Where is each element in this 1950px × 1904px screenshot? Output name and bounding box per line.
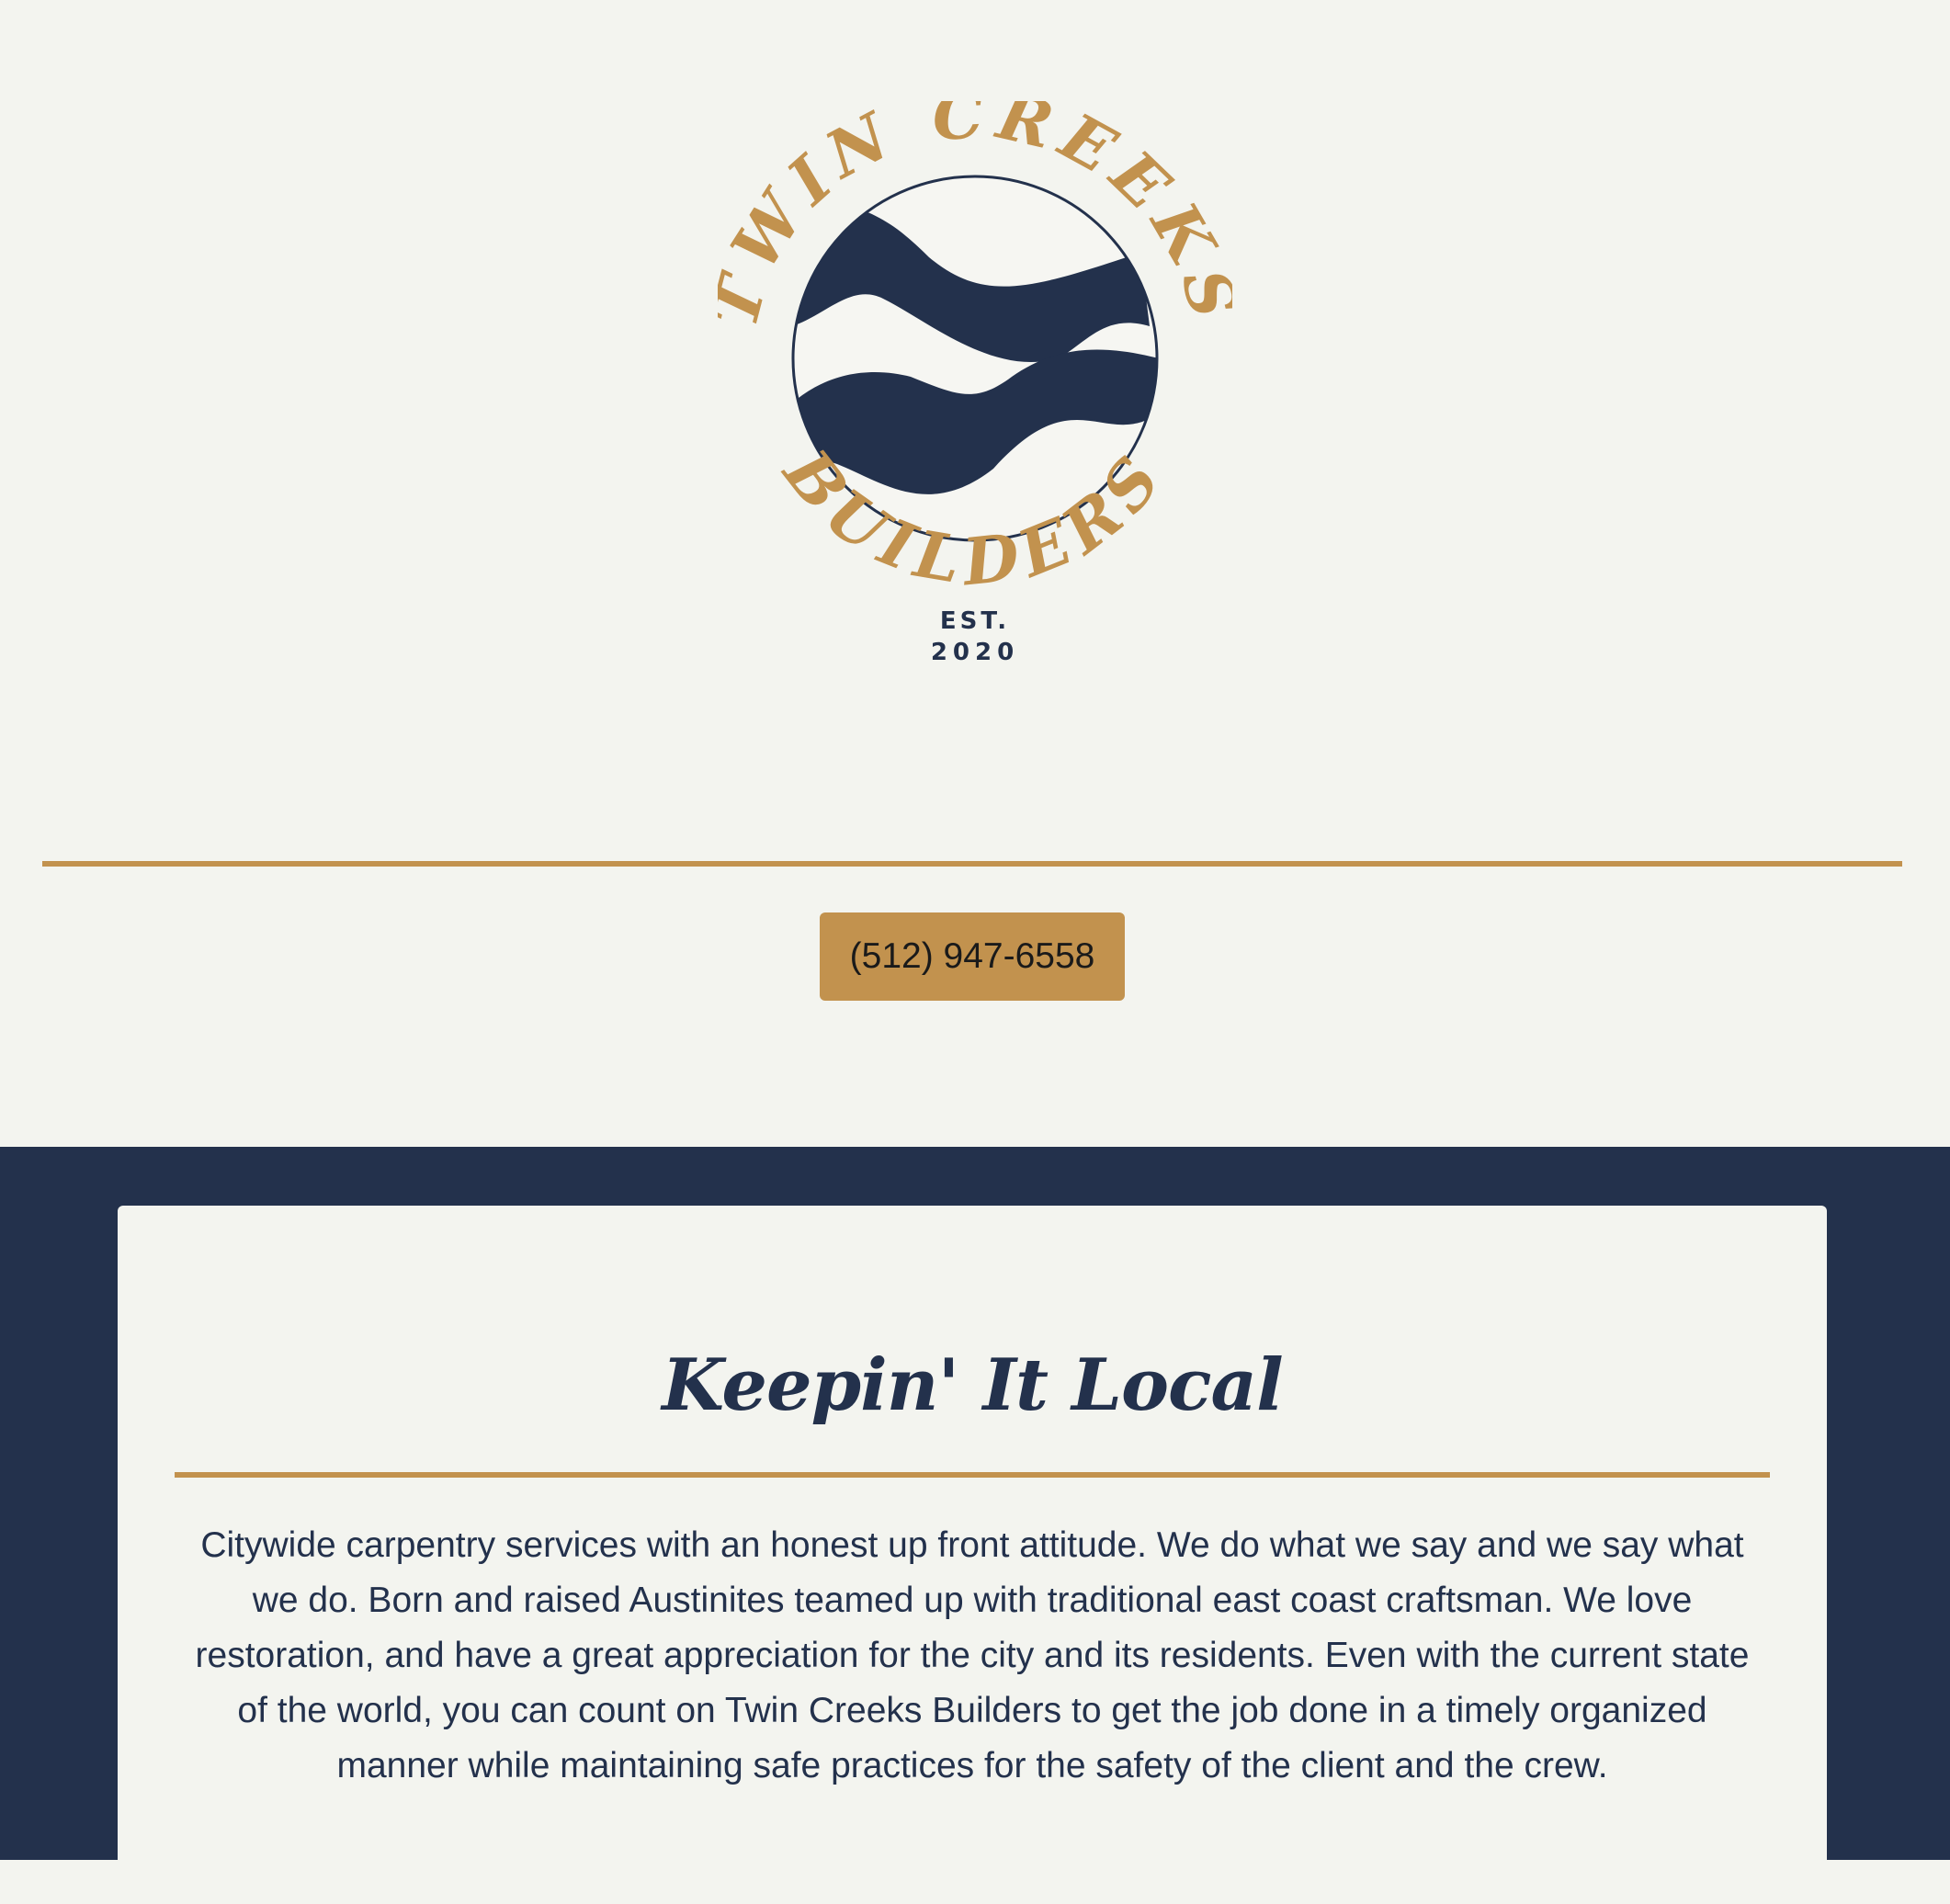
logo-est-year: 2020 <box>931 639 1019 666</box>
section-body: Citywide carpentry services with an hone… <box>195 1525 1750 1785</box>
section-title: Keepin' It Local <box>662 1343 1283 1427</box>
about-section: Keepin' It Local Citywide carpentry serv… <box>0 1147 1950 1904</box>
phone-button[interactable]: (512) 947-6558 <box>820 912 1125 1001</box>
logo-est-label: EST. <box>940 607 1010 635</box>
header-divider <box>42 861 1902 867</box>
about-card: Keepin' It Local Citywide carpentry serv… <box>118 1206 1827 1904</box>
logo-graphic: TWIN CREEKS BUILDERS EST. 2020 <box>718 101 1232 666</box>
page-header: TWIN CREEKS BUILDERS EST. 2020 (512) 947… <box>0 0 1950 1147</box>
twin-creeks-logo[interactable]: TWIN CREEKS BUILDERS EST. 2020 <box>718 101 1232 689</box>
title-divider <box>175 1472 1770 1478</box>
